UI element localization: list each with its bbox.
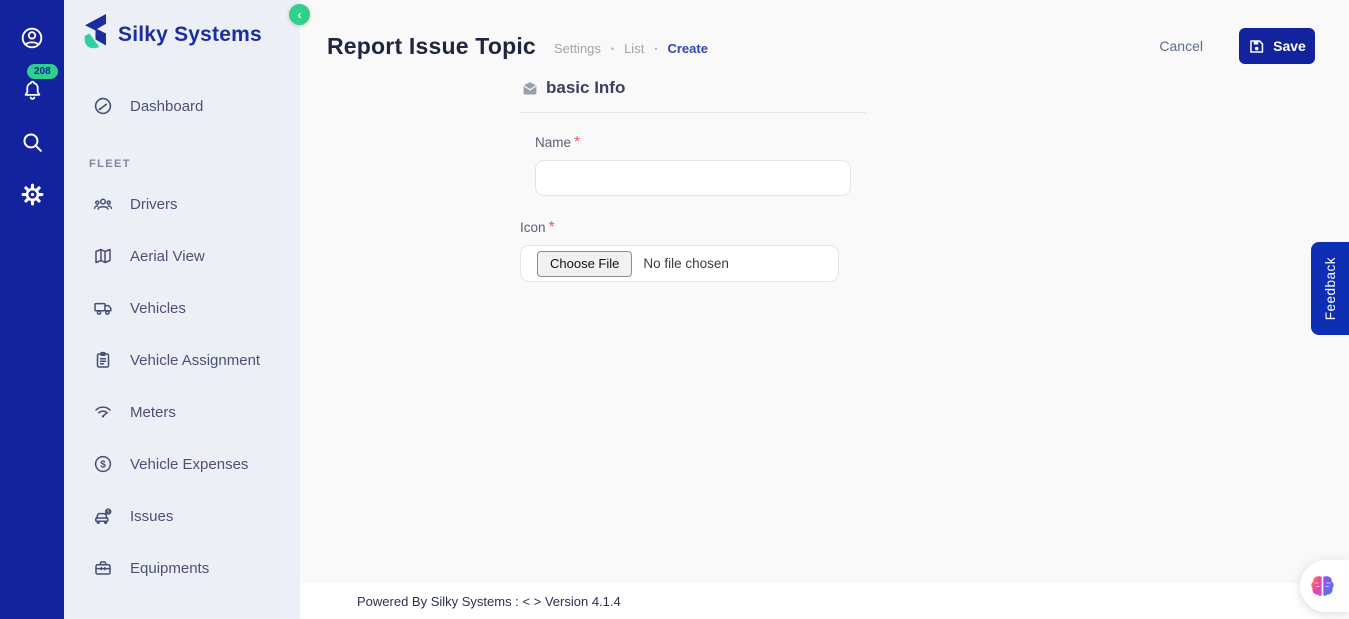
meter-signal-icon: [93, 402, 113, 422]
breadcrumb-separator: •: [654, 43, 658, 54]
sidebar-item-equipments[interactable]: Equipments: [64, 542, 300, 594]
sidebar-item-label: Meters: [130, 403, 176, 421]
basic-info-form: basic Info Name * Icon * Choose File No fi…: [520, 78, 866, 282]
sidebar-item-label: Vehicle Assignment: [130, 351, 261, 369]
icon-label-row: Icon *: [520, 219, 839, 237]
cancel-button[interactable]: Cancel: [1159, 38, 1203, 54]
name-field-group: Name *: [535, 134, 851, 196]
feedback-tab-label: Feedback: [1322, 256, 1338, 321]
save-button[interactable]: Save: [1239, 28, 1315, 64]
sidebar-item-label: Equipments: [130, 559, 210, 577]
icon-rail: 208: [0, 0, 64, 619]
breadcrumb-settings[interactable]: Settings: [554, 41, 601, 56]
feedback-tab[interactable]: Feedback: [1311, 242, 1349, 335]
sidebar-item-vehicle-assignment[interactable]: Vehicle Assignment: [64, 334, 300, 386]
sidebar-item-label: Issues: [130, 507, 174, 525]
dollar-circle-icon: $: [93, 454, 113, 474]
brand[interactable]: Silky Systems: [64, 0, 300, 58]
footer-text: Powered By Silky Systems : < > Version 4…: [357, 593, 621, 609]
save-button-label: Save: [1273, 38, 1306, 54]
map-icon: [93, 246, 113, 266]
brand-name: Silky Systems: [118, 22, 262, 46]
header-actions: Cancel Save: [1159, 28, 1315, 64]
breadcrumb-create: Create: [667, 41, 708, 56]
section-title: basic Info: [546, 78, 626, 97]
notification-count-badge: 208: [27, 64, 58, 79]
sidebar-item-label: Vehicle Expenses: [130, 455, 249, 473]
sidebar-item-vehicles[interactable]: Vehicles: [64, 282, 300, 334]
sidebar-item-dashboard[interactable]: Dashboard: [64, 80, 300, 132]
svg-text:$: $: [100, 460, 106, 471]
name-label: Name: [535, 135, 572, 150]
name-input[interactable]: [535, 160, 851, 196]
icon-field-group: Icon * Choose File No file chosen: [520, 219, 839, 282]
chevron-left-icon: ‹: [297, 7, 302, 22]
svg-text:!: !: [107, 510, 109, 516]
toolbox-icon: [93, 558, 113, 578]
sidebar-item-label: Aerial View: [130, 247, 205, 265]
name-label-row: Name *: [535, 134, 851, 152]
breadcrumb-separator: •: [610, 43, 615, 54]
icon-label: Icon: [520, 220, 546, 235]
brain-icon: [1309, 574, 1336, 598]
sidebar-item-label: Dashboard: [130, 97, 204, 115]
icon-file-input[interactable]: Choose File No file chosen: [520, 245, 839, 282]
choose-file-button[interactable]: Choose File: [537, 250, 633, 277]
save-floppy-icon: [1248, 38, 1265, 55]
clipboard-icon: [93, 350, 113, 370]
sidebar: Silky Systems Dashboard FLEET Drivers Ae…: [64, 0, 300, 619]
settings-gear-icon[interactable]: [18, 180, 46, 208]
mail-icon: [522, 81, 538, 96]
assistant-button[interactable]: [1300, 560, 1349, 612]
footer-bar: Powered By Silky Systems : < > Version 4…: [300, 583, 1349, 619]
dashboard-icon: [93, 96, 113, 116]
drivers-group-icon: [93, 194, 113, 214]
sidebar-item-issues[interactable]: ! Issues: [64, 490, 300, 542]
sidebar-item-aerial-view[interactable]: Aerial View: [64, 230, 300, 282]
breadcrumb: Settings • List • Create: [554, 36, 708, 56]
sidebar-item-label: Vehicles: [130, 299, 186, 317]
sidebar-item-drivers[interactable]: Drivers: [64, 178, 300, 230]
required-marker: *: [548, 219, 555, 236]
sidebar-item-label: Drivers: [130, 195, 178, 213]
breadcrumb-list[interactable]: List: [624, 41, 644, 56]
sidebar-item-meters[interactable]: Meters: [64, 386, 300, 438]
car-alert-icon: !: [93, 506, 113, 526]
file-status-text: No file chosen: [643, 256, 729, 271]
truck-icon: [93, 298, 113, 318]
main-area: Report Issue Topic Settings • List • Cre…: [300, 0, 1349, 619]
brand-logo-icon: [79, 11, 109, 58]
notifications-icon[interactable]: 208: [18, 64, 58, 104]
page-title: Report Issue Topic: [327, 32, 536, 59]
sidebar-collapse-button[interactable]: ‹: [289, 4, 310, 25]
sidebar-item-vehicle-expenses[interactable]: $ Vehicle Expenses: [64, 438, 300, 490]
account-icon[interactable]: [18, 24, 46, 52]
search-icon[interactable]: [18, 128, 46, 156]
app-window: 208 Silky Systems Dashboard FLEET Driver…: [0, 0, 1349, 619]
required-marker: *: [574, 134, 581, 151]
sidebar-section-fleet: FLEET: [89, 158, 131, 170]
page-header: Report Issue Topic Settings • List • Cre…: [300, 24, 1349, 68]
section-header: basic Info: [520, 78, 866, 113]
